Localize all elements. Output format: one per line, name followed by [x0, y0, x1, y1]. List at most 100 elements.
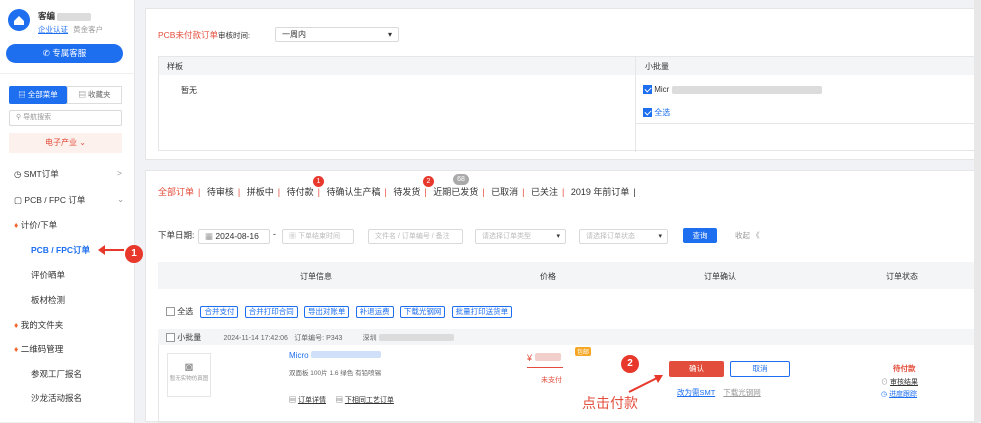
caret-down-icon: ▾ [387, 30, 392, 39]
header-status: 订单状态 [886, 272, 918, 281]
sidebar-item-pcb[interactable]: ▢ PCB / FPC 订单 ⌄ [14, 194, 124, 206]
unpaid-title: PCB未付款订单 [158, 30, 218, 40]
tab-cancelled[interactable]: 已取消 [491, 185, 518, 198]
batch-select-all[interactable]: 全选 [643, 107, 670, 118]
print-contract-button[interactable]: 合并打印合同 [244, 306, 298, 318]
user-level: 黄金客户 [73, 25, 104, 34]
cancel-button[interactable]: 取消 [730, 361, 790, 377]
order-tabs: 全部订单 | 待审核 | 拼板中 | 待付款 | 待确认生产稿 | 待发货 | 近期已发货 |… [158, 185, 636, 198]
product-image: ◙ 暂无实物仿真图 [167, 353, 211, 397]
fire-icon: ♦ [14, 220, 21, 230]
doc-icon: ▤ [335, 397, 345, 404]
order-checkbox[interactable] [166, 333, 175, 343]
sidebar-item-pricing[interactable]: ♦ 计价/下单 [14, 219, 57, 231]
select-all-checkbox[interactable] [166, 307, 175, 317]
bulk-actions: 全选 合并支付 合并打印合同 导出对账单 补退运费 下载光钢网 批量打印送货单 [166, 306, 516, 318]
order-type: 小批量 [177, 333, 202, 342]
scrollbar[interactable] [974, 0, 981, 422]
refund-shipping-button[interactable]: 补退运费 [355, 306, 394, 318]
doc-icon: ▤ [289, 397, 298, 404]
tab-favorites[interactable]: ▤ 收藏夹 [67, 86, 122, 104]
tab-pending-review[interactable]: 待审核 [207, 185, 234, 198]
file-search-input[interactable]: 文件名 / 订单编号 / 备注 [368, 229, 463, 244]
fire-icon: ♦ [14, 344, 21, 354]
download-stencil-link[interactable]: 下载光钢网 [723, 388, 761, 397]
merge-pay-button[interactable]: 合并支付 [200, 306, 239, 318]
clock-icon: ◷ [14, 169, 24, 179]
sidebar-item-salon[interactable]: 沙龙活动报名 [31, 392, 82, 404]
badge-pending-payment: 1 [313, 176, 324, 187]
sidebar-item-review[interactable]: 评价晒单 [31, 269, 65, 281]
industry-select[interactable]: 电子产业 ⌄ [9, 133, 122, 153]
board-icon: ▢ [14, 195, 25, 205]
order-number: 订单编号: P343 [294, 335, 343, 342]
table-header: 订单信息 价格 订单确认 订单状态 [158, 262, 978, 289]
change-smt-link[interactable]: 改为需SMT [677, 388, 715, 397]
download-stencil-button[interactable]: 下载光钢网 [399, 306, 446, 318]
print-delivery-button[interactable]: 批量打印送货单 [451, 306, 513, 318]
free-ship-badge: 包邮 [575, 347, 592, 356]
date-label: 下单日期: [158, 230, 195, 240]
query-button[interactable]: 查询 [683, 228, 717, 243]
pay-hint: 点击付款 [582, 395, 638, 411]
header-confirm: 订单确认 [704, 272, 736, 281]
sidebar-item-folder[interactable]: ♦ 我的文件夹 [14, 319, 63, 331]
main-content: PCB未付款订单 审核时间: 一周内 ▾ 样板 小批量 暂无 Micr 全选 全部… [145, 0, 979, 423]
table-row: ◙ 暂无实物仿真图 Micro 双面板 100片 1.6 绿色 有铅喷锡 ▤ 订… [158, 345, 978, 423]
tab-recently-shipped[interactable]: 近期已发货 [433, 185, 478, 198]
sidebar-item-smt[interactable]: ◷ SMT订单 > [14, 168, 122, 180]
collapse-link[interactable]: 收起 《 [735, 230, 760, 241]
calendar-icon: ▦ [205, 231, 216, 241]
batch-order-item[interactable]: Micr [643, 85, 822, 95]
annotation-two: 2 [621, 355, 639, 373]
user-name: 客编 [38, 10, 92, 22]
progress-link[interactable]: ◷ 进度跟踪 [881, 389, 917, 399]
review-label: 审核时间: [218, 31, 251, 40]
export-statement-button[interactable]: 导出对账单 [303, 306, 350, 318]
arrow-annotation [628, 375, 663, 393]
header-price: 价格 [540, 272, 556, 281]
annotation-one: 1 [125, 245, 143, 263]
date-to-input[interactable]: ▦ 下单结束时间 [282, 229, 354, 244]
avatar[interactable] [8, 9, 30, 31]
date-from-input[interactable]: ▦ 2024-08-16 [198, 229, 270, 244]
confirm-button[interactable]: 确认 [669, 361, 724, 377]
cert-link[interactable]: 企业认证 [38, 25, 68, 34]
same-process-link[interactable]: 下相同工艺订单 [345, 397, 394, 404]
arrow-annotation [98, 245, 124, 255]
check-circle-icon: ⊙ [881, 379, 890, 386]
nav-search-input[interactable]: ⚲ 导航搜索 [9, 110, 122, 126]
batch-header: 小批量 [645, 62, 669, 71]
tab-confirm-production[interactable]: 待确认生产稿 [327, 185, 381, 198]
tab-panelizing[interactable]: 拼板中 [247, 185, 274, 198]
order-price: ¥ [527, 353, 561, 363]
tab-all-menu[interactable]: ▤ 全部菜单 [9, 86, 67, 104]
unpaid-panel: PCB未付款订单 审核时间: 一周内 ▾ 样板 小批量 暂无 Micr 全选 [145, 8, 979, 160]
order-name[interactable]: Micro [289, 351, 381, 360]
sidebar-item-factory-visit[interactable]: 参观工厂报名 [31, 368, 82, 380]
order-type-select[interactable]: 请选择订单类型 ▾ [475, 229, 566, 244]
order-status-select[interactable]: 请选择订单状态 ▾ [579, 229, 668, 244]
sidebar-item-pcb-orders[interactable]: PCB / FPC订单 [31, 244, 90, 256]
orders-panel: 全部订单 | 待审核 | 拼板中 | 待付款 | 待确认生产稿 | 待发货 | 近期已发货 |… [145, 170, 978, 423]
sample-empty: 暂无 [181, 86, 197, 95]
status-label: 待付款 [893, 364, 916, 373]
sample-header: 样板 [167, 62, 183, 71]
tab-pre-2019[interactable]: 2019 年前订单 [571, 185, 630, 198]
tab-pending-shipment[interactable]: 待发货 [393, 185, 420, 198]
headset-icon: ✆ [42, 48, 53, 58]
sidebar-item-board-test[interactable]: 板材检测 [31, 294, 65, 306]
tab-all-orders[interactable]: 全部订单 [158, 185, 194, 198]
service-button[interactable]: ✆ 专属客服 [6, 44, 123, 63]
clock-icon: ◷ [881, 391, 890, 398]
tab-followed[interactable]: 已关注 [531, 185, 558, 198]
review-select[interactable]: 一周内 ▾ [275, 27, 399, 42]
order-time: 2024-11-14 17:42:06 [223, 335, 288, 342]
unpaid-label: 未支付 [541, 377, 562, 384]
tab-pending-payment[interactable]: 待付款 [287, 185, 314, 198]
order-city: 深圳 [362, 335, 377, 342]
order-detail-link[interactable]: 订单详情 [298, 397, 326, 404]
sidebar-item-qrcode[interactable]: ♦ 二维码管理 [14, 343, 63, 355]
order-row-header: 小批量 2024-11-14 17:42:06 订单编号: P343 深圳 [158, 329, 978, 345]
review-result-link[interactable]: ⊙ 审核结果 [881, 377, 918, 387]
